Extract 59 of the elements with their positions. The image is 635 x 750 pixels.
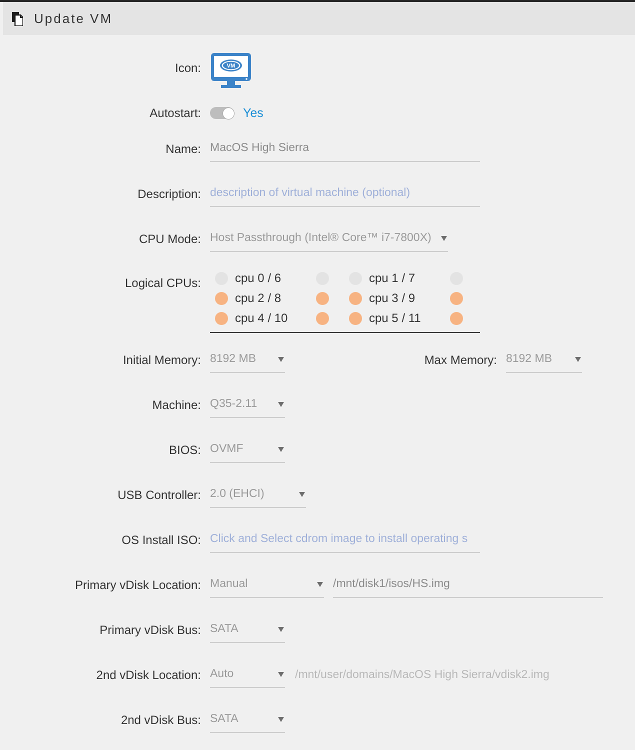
- field-label: Icon:: [174, 60, 201, 76]
- caret-icon: [317, 582, 323, 586]
- field-label: Description:: [138, 186, 201, 202]
- input-field[interactable]: Click and Select cdrom image to install operating s: [210, 527, 480, 553]
- field-label: OS Install ISO:: [122, 532, 201, 548]
- cpu-checkbox[interactable]: [349, 312, 362, 324]
- disk-path: /mnt/user/domains/MacOS High Sierra/vdisk2.img: [295, 668, 550, 682]
- caret-icon: [278, 356, 284, 362]
- cpu-label: cpu 3 / 9: [369, 291, 416, 305]
- dropdown[interactable]: Manual: [210, 572, 324, 598]
- field-label: Primary vDisk Bus:: [100, 622, 201, 638]
- cpu-checkbox[interactable]: [349, 292, 362, 304]
- documents-icon: [12, 12, 23, 26]
- caret-icon: [278, 672, 284, 676]
- caret-icon: [278, 716, 284, 722]
- cpu-label: cpu 2 / 8: [235, 291, 282, 305]
- cpu-label: cpu 1 / 7: [369, 271, 416, 285]
- dropdown[interactable]: Host Passthrough (Intel® Core™ i7-7800X): [210, 226, 448, 252]
- dropdown[interactable]: Auto: [210, 662, 285, 688]
- dropdown[interactable]: 8192 MB: [506, 347, 582, 373]
- toggle-state-label: Yes: [243, 106, 264, 120]
- cpu-checkbox[interactable]: [215, 312, 228, 324]
- cpu-label: cpu 4 / 10: [235, 311, 288, 325]
- cpu-label: cpu 0 / 6: [235, 271, 282, 285]
- toggle-switch[interactable]: [210, 107, 234, 119]
- field-label: Max Memory:: [424, 352, 497, 368]
- caret-icon: [278, 402, 284, 406]
- cpu-checkbox[interactable]: [450, 312, 463, 324]
- window-title: Update VM: [34, 11, 113, 26]
- field-label: BIOS:: [168, 442, 201, 458]
- cpu-checkbox[interactable]: [316, 312, 329, 324]
- field-label: Autostart:: [150, 106, 201, 120]
- field-label: Machine:: [152, 398, 201, 412]
- caret-icon: [278, 446, 284, 452]
- dropdown[interactable]: 2.0 (EHCI): [210, 482, 306, 508]
- caret-icon: [278, 626, 284, 632]
- cpu-checkbox[interactable]: [215, 292, 228, 304]
- field-label: CPU Mode:: [138, 232, 201, 246]
- field-label: 2nd vDisk Bus:: [120, 712, 201, 728]
- field-label: 2nd vDisk Location:: [96, 668, 201, 682]
- input-field[interactable]: MacOS High Sierra: [210, 136, 480, 162]
- field-label: Initial Memory:: [122, 352, 201, 368]
- field-label: Name:: [166, 142, 201, 156]
- cpu-checkbox[interactable]: [316, 292, 329, 304]
- caret-icon: [441, 236, 447, 240]
- input-field[interactable]: description of virtual machine (optional): [210, 181, 480, 207]
- cpu-checkbox[interactable]: [450, 292, 463, 304]
- caret-icon: [299, 492, 305, 496]
- field-label: Logical CPUs:: [124, 276, 201, 290]
- dropdown[interactable]: SATA: [210, 617, 285, 643]
- field-label: USB Controller:: [118, 488, 201, 502]
- dropdown[interactable]: SATA: [210, 707, 285, 733]
- cpu-label: cpu 5 / 11: [369, 311, 421, 325]
- dropdown[interactable]: OVMF: [210, 437, 285, 463]
- dropdown[interactable]: 8192 MB: [210, 347, 285, 373]
- path-field[interactable]: /mnt/disk1/isos/HS.img: [333, 572, 603, 598]
- caret-icon: [575, 356, 581, 362]
- dropdown[interactable]: Q35-2.11: [210, 392, 285, 418]
- field-label: Primary vDisk Location:: [74, 578, 201, 592]
